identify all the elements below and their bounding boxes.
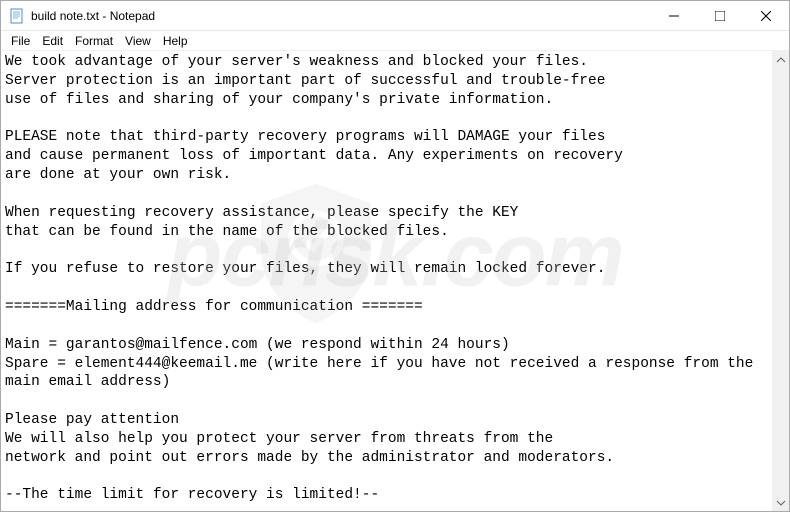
vertical-scrollbar[interactable] bbox=[772, 51, 789, 511]
window-controls bbox=[651, 1, 789, 30]
menu-file[interactable]: File bbox=[5, 32, 36, 50]
menu-help[interactable]: Help bbox=[157, 32, 194, 50]
window-title: build note.txt - Notepad bbox=[31, 9, 651, 23]
scroll-down-button[interactable] bbox=[772, 494, 789, 511]
close-icon bbox=[761, 11, 771, 21]
notepad-window: build note.txt - Notepad File Edit bbox=[0, 0, 790, 512]
scroll-track[interactable] bbox=[772, 68, 789, 494]
scroll-up-button[interactable] bbox=[772, 51, 789, 68]
menu-edit[interactable]: Edit bbox=[36, 32, 69, 50]
maximize-button[interactable] bbox=[697, 1, 743, 31]
titlebar: build note.txt - Notepad bbox=[1, 1, 789, 31]
text-editor[interactable]: We took advantage of your server's weakn… bbox=[1, 51, 772, 511]
menubar: File Edit Format View Help bbox=[1, 31, 789, 51]
maximize-icon bbox=[715, 11, 725, 21]
chevron-up-icon bbox=[776, 55, 786, 65]
notepad-icon bbox=[9, 8, 25, 24]
menu-format[interactable]: Format bbox=[69, 32, 119, 50]
minimize-button[interactable] bbox=[651, 1, 697, 31]
content-area: We took advantage of your server's weakn… bbox=[1, 51, 789, 511]
chevron-down-icon bbox=[776, 498, 786, 508]
menu-view[interactable]: View bbox=[119, 32, 157, 50]
close-button[interactable] bbox=[743, 1, 789, 31]
minimize-icon bbox=[669, 11, 679, 21]
